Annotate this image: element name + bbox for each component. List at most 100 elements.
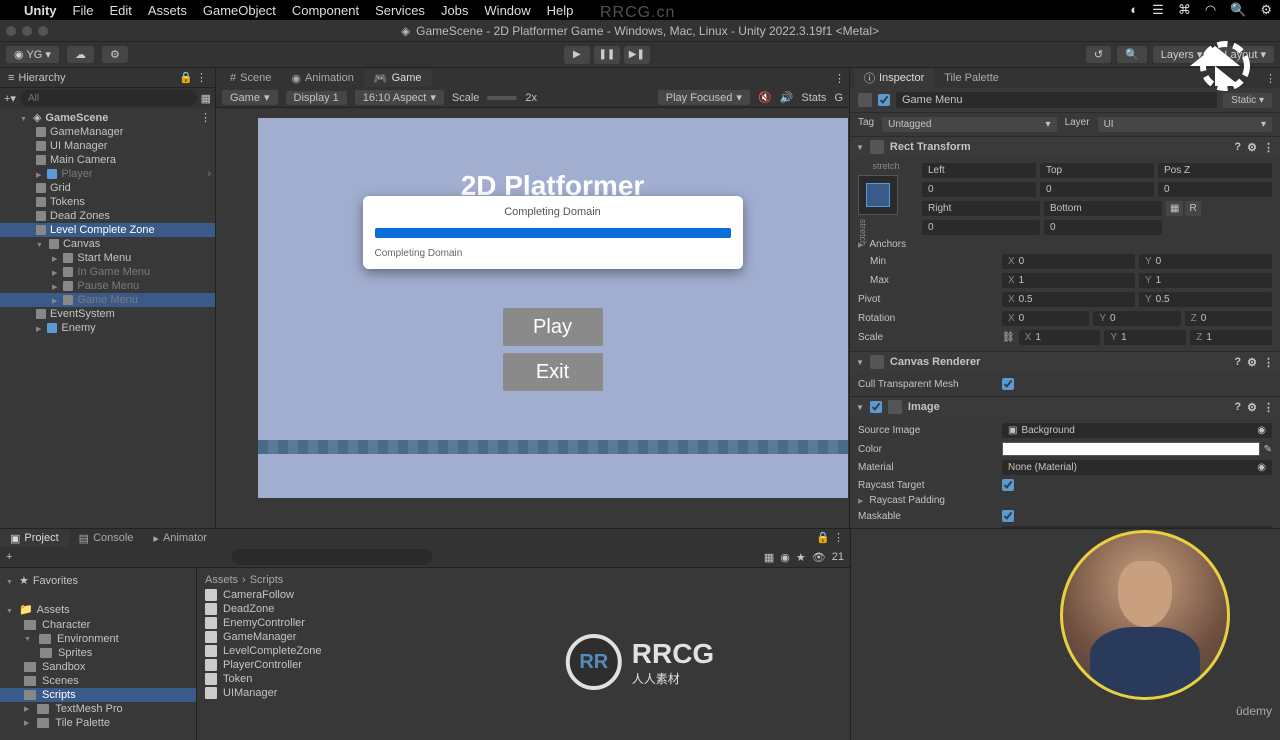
script-file[interactable]: LevelCompleteZone: [197, 644, 850, 658]
tray-icon[interactable]: ⌘: [1178, 2, 1191, 18]
folder-item[interactable]: Environment: [0, 632, 196, 646]
script-file[interactable]: CameraFollow: [197, 588, 850, 602]
folder-item[interactable]: Scenes: [0, 674, 196, 688]
step-button[interactable]: ▶❚: [624, 46, 650, 64]
account-button[interactable]: ◉ YG ▾: [6, 46, 59, 63]
app-name[interactable]: Unity: [24, 3, 57, 18]
menu-component[interactable]: Component: [292, 3, 359, 18]
cull-checkbox[interactable]: [1002, 378, 1014, 390]
tab-game[interactable]: 🎮 Game: [364, 70, 432, 87]
tag-dropdown[interactable]: Untagged▾: [882, 117, 1056, 132]
image-enabled-checkbox[interactable]: [870, 401, 882, 413]
folder-item[interactable]: Sandbox: [0, 660, 196, 674]
mute-icon[interactable]: 🔇: [758, 91, 772, 104]
filter-icon[interactable]: ◉: [780, 551, 790, 564]
top-field[interactable]: Top: [1040, 163, 1154, 178]
tab-animation[interactable]: ◉ Animation: [281, 70, 364, 87]
search-icon[interactable]: 🔍: [1117, 46, 1147, 63]
source-image-field[interactable]: ▣ Background◉: [1002, 423, 1272, 438]
filter-icon[interactable]: ▦: [764, 551, 774, 564]
layer-dropdown[interactable]: UI▾: [1098, 117, 1272, 132]
hierarchy-search[interactable]: [20, 90, 197, 106]
tree-item-selected[interactable]: Game Menu: [0, 293, 215, 307]
tree-item[interactable]: Pause Menu: [0, 279, 215, 293]
tree-item[interactable]: Enemy: [0, 321, 215, 335]
audio-icon[interactable]: 🔊: [780, 91, 794, 104]
menu-gameobject[interactable]: GameObject: [203, 3, 276, 18]
script-file[interactable]: DeadZone: [197, 602, 850, 616]
anchor-preset-button[interactable]: [858, 175, 898, 215]
game-exit-button[interactable]: Exit: [503, 353, 603, 391]
undo-history-icon[interactable]: ↺: [1086, 46, 1111, 63]
focus-dropdown[interactable]: Play Focused ▾: [658, 90, 750, 105]
assets-header[interactable]: 📁 Assets: [0, 601, 196, 618]
folder-item[interactable]: TextMesh Pro: [0, 702, 196, 716]
settings-icon[interactable]: ⚙: [102, 46, 128, 63]
wifi-icon[interactable]: ◠: [1205, 2, 1216, 18]
raw-icon[interactable]: R: [1185, 201, 1200, 216]
gizmos-button[interactable]: G: [834, 92, 843, 104]
hierarchy-tab[interactable]: ≡ Hierarchy🔒 ⋮: [0, 68, 215, 88]
tab-animator[interactable]: ▸ Animator: [143, 529, 217, 547]
right-field[interactable]: Right: [922, 201, 1040, 216]
tab-scene[interactable]: # Scene: [220, 70, 281, 86]
scale-slider[interactable]: [487, 96, 517, 100]
tab-tile-palette[interactable]: Tile Palette: [934, 70, 1009, 86]
game-play-button[interactable]: Play: [503, 308, 603, 346]
tree-item[interactable]: Dead Zones: [0, 209, 215, 223]
project-search[interactable]: [232, 549, 432, 565]
tree-item[interactable]: Start Menu: [0, 251, 215, 265]
folder-item[interactable]: Character: [0, 618, 196, 632]
active-checkbox[interactable]: [878, 94, 890, 106]
window-controls[interactable]: [6, 26, 48, 36]
posz-field[interactable]: Pos Z: [1158, 163, 1272, 178]
tree-item[interactable]: Grid: [0, 181, 215, 195]
left-field[interactable]: Left: [922, 163, 1036, 178]
display-dropdown[interactable]: Display 1: [286, 91, 347, 105]
breadcrumb[interactable]: Assets › Scripts: [197, 572, 850, 588]
menu-window[interactable]: Window: [484, 3, 530, 18]
tree-item[interactable]: Level Complete Zone: [0, 223, 215, 237]
object-name-field[interactable]: Game Menu: [896, 92, 1217, 108]
filter-icon[interactable]: ★: [796, 551, 806, 564]
hidden-icon[interactable]: 👁: [812, 551, 826, 564]
menu-assets[interactable]: Assets: [148, 3, 187, 18]
folder-item-selected[interactable]: Scripts: [0, 688, 196, 702]
menu-jobs[interactable]: Jobs: [441, 3, 468, 18]
bottom-field[interactable]: Bottom: [1044, 201, 1162, 216]
color-field[interactable]: [1002, 442, 1260, 456]
tray-icon[interactable]: ◐: [1130, 2, 1138, 18]
tree-item[interactable]: GameManager: [0, 125, 215, 139]
tray-icon[interactable]: ☰: [1152, 2, 1164, 18]
script-file[interactable]: UIManager: [197, 686, 850, 700]
tree-item[interactable]: EventSystem: [0, 307, 215, 321]
raycast-checkbox[interactable]: [1002, 479, 1014, 491]
filter-icon[interactable]: ▦: [201, 92, 211, 105]
create-icon[interactable]: +: [6, 551, 12, 563]
search-icon[interactable]: 🔍: [1230, 2, 1246, 18]
tab-console[interactable]: ▤ Console: [69, 529, 144, 547]
tree-item[interactable]: UI Manager: [0, 139, 215, 153]
scene-root[interactable]: ◈ GameScene⋮: [0, 110, 215, 125]
play-button[interactable]: ▶: [564, 46, 590, 64]
tree-item[interactable]: In Game Menu: [0, 265, 215, 279]
menu-help[interactable]: Help: [547, 3, 574, 18]
script-file[interactable]: Token: [197, 672, 850, 686]
favorites-header[interactable]: ★ Favorites: [0, 572, 196, 589]
tree-item[interactable]: Canvas: [0, 237, 215, 251]
tree-item[interactable]: Main Camera: [0, 153, 215, 167]
tab-project[interactable]: ▣ Project: [0, 529, 69, 547]
game-mode-dropdown[interactable]: Game ▾: [222, 90, 278, 105]
eyedropper-icon[interactable]: ✎: [1264, 444, 1272, 455]
tree-item[interactable]: Tokens: [0, 195, 215, 209]
menu-file[interactable]: File: [73, 3, 94, 18]
folder-item[interactable]: Sprites: [0, 646, 196, 660]
aspect-dropdown[interactable]: 16:10 Aspect ▾: [355, 90, 444, 105]
menu-icon[interactable]: ⋮: [1263, 141, 1274, 154]
tab-menu-icon[interactable]: ⋮: [1265, 72, 1276, 85]
script-file[interactable]: GameManager: [197, 630, 850, 644]
script-file[interactable]: EnemyController: [197, 616, 850, 630]
menu-edit[interactable]: Edit: [109, 3, 131, 18]
link-icon[interactable]: ⛓: [1002, 332, 1015, 343]
material-field[interactable]: None (Material)◉: [1002, 460, 1272, 475]
